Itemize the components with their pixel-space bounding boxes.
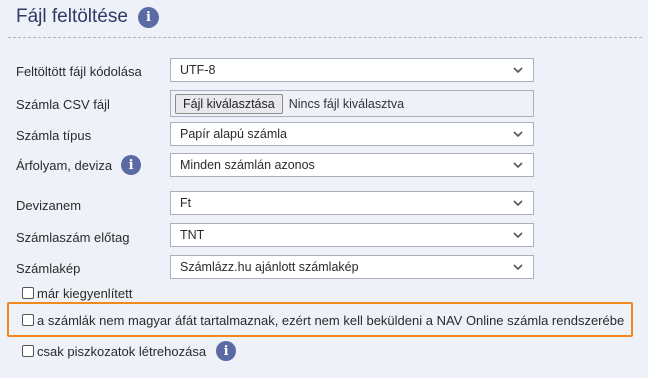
exchange-label: Árfolyam, deviza i (16, 154, 142, 176)
info-icon[interactable]: i (121, 155, 142, 175)
section-header: Fájl feltöltése i (16, 4, 159, 30)
encoding-label: Feltöltött fájl kódolása (16, 63, 142, 79)
template-select[interactable]: Számlázz.hu ajánlott számlakép (170, 255, 534, 279)
no-nav-checkbox-label: a számlák nem magyar áfát tartalmaznak, … (37, 312, 625, 328)
exchange-label-text: Árfolyam, deviza (16, 157, 113, 173)
prefix-value: TNT (180, 228, 205, 242)
drafts-checkbox-label: csak piszkozatok létrehozása (37, 343, 207, 359)
file-status: Nincs fájl kiválasztva (288, 96, 405, 111)
no-nav-checkbox[interactable] (22, 314, 34, 326)
choose-file-button[interactable]: Fájl kiválasztása (175, 93, 283, 114)
invoice-type-value: Papír alapú számla (180, 127, 288, 141)
chevron-down-icon (513, 232, 523, 239)
chevron-down-icon (513, 131, 523, 138)
info-icon[interactable]: i (216, 341, 237, 361)
csv-file-label: Számla CSV fájl (16, 96, 110, 112)
template-value: Számlázz.hu ajánlott számlakép (180, 260, 359, 274)
chevron-down-icon (513, 200, 523, 207)
currency-label: Devizanem (16, 197, 82, 213)
prefix-select[interactable]: TNT (170, 223, 534, 247)
drafts-checkbox-row[interactable]: csak piszkozatok létrehozása i (22, 340, 237, 362)
paid-checkbox[interactable] (22, 287, 34, 299)
currency-value: Ft (180, 196, 192, 210)
section-divider (8, 37, 642, 38)
chevron-down-icon (513, 264, 523, 271)
section-title: Fájl feltöltése (16, 6, 128, 27)
currency-select[interactable]: Ft (170, 191, 534, 215)
invoice-type-label: Számla típus (16, 127, 92, 143)
chevron-down-icon (513, 162, 523, 169)
info-icon[interactable]: i (137, 6, 159, 28)
exchange-value: Minden számlán azonos (180, 158, 315, 172)
paid-checkbox-row[interactable]: már kiegyenlített (22, 284, 132, 302)
drafts-checkbox[interactable] (22, 345, 34, 357)
paid-checkbox-label: már kiegyenlített (37, 285, 133, 301)
encoding-value: UTF-8 (180, 63, 216, 77)
template-label: Számlakép (16, 260, 81, 276)
no-nav-checkbox-row[interactable]: a számlák nem magyar áfát tartalmaznak, … (22, 311, 624, 329)
invoice-type-select[interactable]: Papír alapú számla (170, 122, 534, 146)
exchange-select[interactable]: Minden számlán azonos (170, 153, 534, 177)
prefix-label: Számlaszám előtag (16, 229, 130, 245)
encoding-select[interactable]: UTF-8 (170, 58, 534, 82)
csv-file-input[interactable]: Fájl kiválasztása Nincs fájl kiválasztva (170, 90, 534, 117)
chevron-down-icon (513, 67, 523, 74)
